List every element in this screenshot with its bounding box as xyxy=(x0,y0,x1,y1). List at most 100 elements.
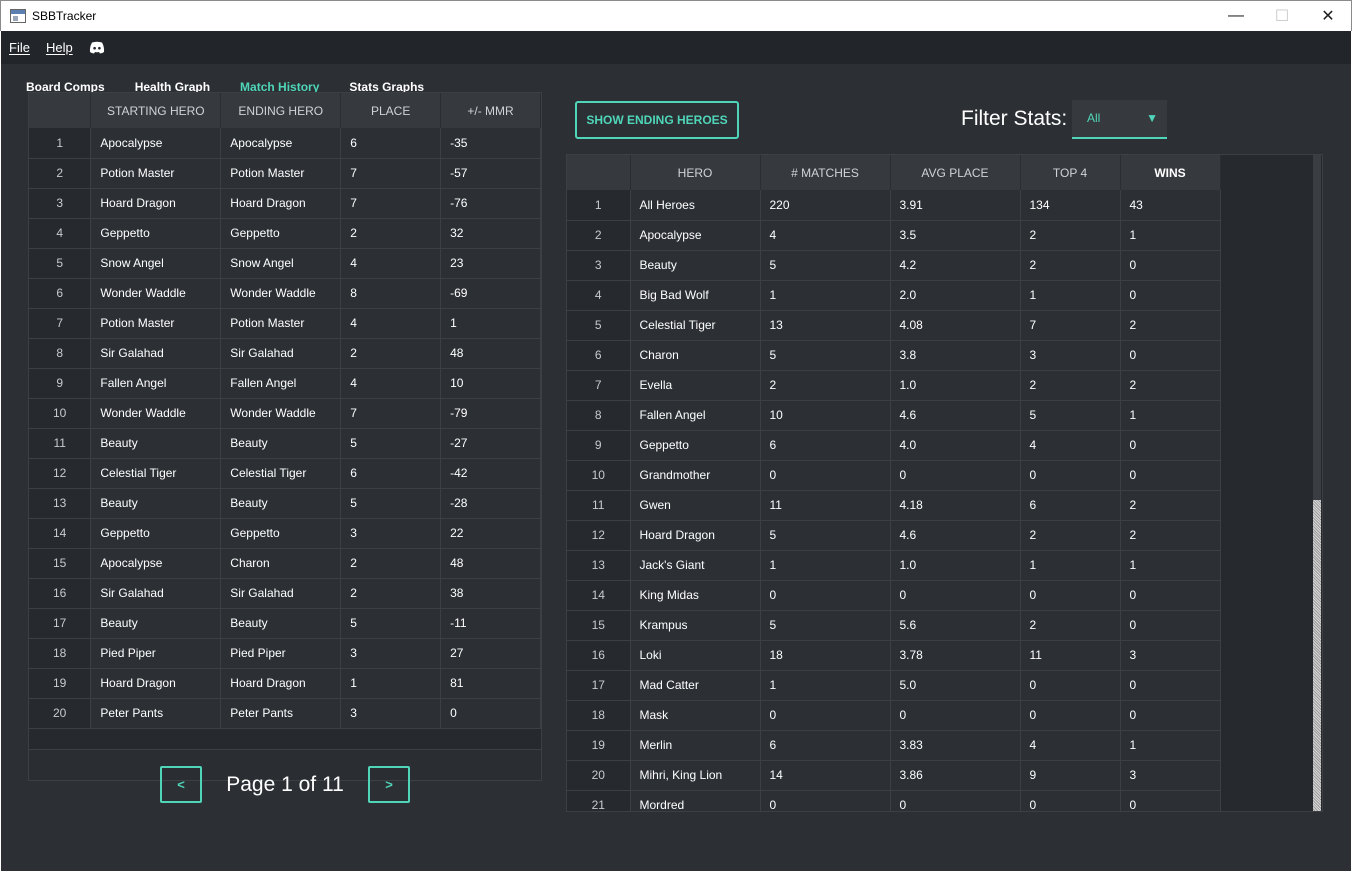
table-cell[interactable]: 5 xyxy=(760,250,891,281)
column-header[interactable]: # MATCHES xyxy=(760,155,891,190)
table-cell[interactable]: -76 xyxy=(440,188,541,219)
close-button[interactable]: ✕ xyxy=(1305,1,1351,31)
table-cell[interactable]: 5 xyxy=(1020,400,1121,431)
table-cell[interactable]: Potion Master xyxy=(90,308,222,339)
table-cell[interactable]: -28 xyxy=(440,488,541,519)
table-cell[interactable]: 22 xyxy=(440,518,541,549)
table-row[interactable]: 9 Geppetto 6 4.0 4 0 xyxy=(567,430,1221,461)
prev-page-button[interactable]: < xyxy=(160,766,202,803)
table-cell[interactable]: 0 xyxy=(1020,670,1121,701)
table-row[interactable]: 7 Evella 2 1.0 2 2 xyxy=(567,370,1221,401)
table-row[interactable]: 14 Geppetto Geppetto 3 22 xyxy=(29,518,541,549)
table-cell[interactable]: Hoard Dragon xyxy=(220,668,342,699)
table-cell[interactable]: Loki xyxy=(630,640,761,671)
table-cell[interactable]: 1 xyxy=(1120,730,1221,761)
table-cell[interactable]: 3.86 xyxy=(890,760,1021,791)
table-cell[interactable]: 1 xyxy=(1120,220,1221,251)
table-cell[interactable]: 5.6 xyxy=(890,610,1021,641)
table-cell[interactable]: 1 xyxy=(1120,400,1221,431)
table-cell[interactable]: 48 xyxy=(440,338,541,369)
table-cell[interactable]: 1 xyxy=(760,280,891,311)
table-cell[interactable]: Snow Angel xyxy=(220,248,342,279)
table-cell[interactable]: 2 xyxy=(1120,310,1221,341)
table-cell[interactable]: 4 xyxy=(1020,430,1121,461)
table-cell[interactable]: 0 xyxy=(1020,790,1121,811)
table-cell[interactable]: 7 xyxy=(340,158,442,189)
table-cell[interactable]: 2 xyxy=(1020,370,1121,401)
table-cell[interactable]: 32 xyxy=(440,218,541,249)
table-cell[interactable]: 7 xyxy=(1020,310,1121,341)
table-cell[interactable]: 2 xyxy=(1120,520,1221,551)
table-cell[interactable]: 4.0 xyxy=(890,430,1021,461)
table-cell[interactable]: Apocalypse xyxy=(630,220,761,251)
table-cell[interactable]: Celestial Tiger xyxy=(220,458,342,489)
table-cell[interactable]: Wonder Waddle xyxy=(220,398,342,429)
column-header[interactable]: HERO xyxy=(630,155,761,190)
table-cell[interactable]: -27 xyxy=(440,428,541,459)
table-row[interactable]: 9 Fallen Angel Fallen Angel 4 10 xyxy=(29,368,541,399)
table-cell[interactable]: 4 xyxy=(1020,730,1121,761)
table-cell[interactable]: Jack's Giant xyxy=(630,550,761,581)
table-cell[interactable]: Beauty xyxy=(220,428,342,459)
table-cell[interactable]: 4.08 xyxy=(890,310,1021,341)
table-cell[interactable]: Grandmother xyxy=(630,460,761,491)
table-cell[interactable]: Pied Piper xyxy=(90,638,222,669)
table-cell[interactable]: 5 xyxy=(760,520,891,551)
table-cell[interactable]: Charon xyxy=(220,548,342,579)
table-cell[interactable]: Beauty xyxy=(630,250,761,281)
table-cell[interactable]: 1.0 xyxy=(890,550,1021,581)
table-cell[interactable]: 9 xyxy=(1020,760,1121,791)
table-cell[interactable]: 3 xyxy=(340,698,442,729)
table-row[interactable]: 20 Mihri, King Lion 14 3.86 9 3 xyxy=(567,760,1221,791)
table-cell[interactable]: 4.18 xyxy=(890,490,1021,521)
table-cell[interactable]: Gwen xyxy=(630,490,761,521)
table-cell[interactable]: 4.6 xyxy=(890,400,1021,431)
table-cell[interactable]: 2 xyxy=(1120,490,1221,521)
table-cell[interactable]: Sir Galahad xyxy=(220,578,342,609)
next-page-button[interactable]: > xyxy=(368,766,410,803)
table-cell[interactable]: 2 xyxy=(1020,220,1121,251)
table-row[interactable]: 15 Krampus 5 5.6 2 0 xyxy=(567,610,1221,641)
table-cell[interactable]: 0 xyxy=(760,700,891,731)
table-cell[interactable]: Beauty xyxy=(90,488,222,519)
table-cell[interactable]: Mordred xyxy=(630,790,761,811)
table-cell[interactable]: 5 xyxy=(340,428,442,459)
table-cell[interactable]: 3.8 xyxy=(890,340,1021,371)
table-cell[interactable]: 3.78 xyxy=(890,640,1021,671)
table-cell[interactable]: 81 xyxy=(440,668,541,699)
table-cell[interactable]: King Midas xyxy=(630,580,761,611)
table-cell[interactable]: 6 xyxy=(340,458,442,489)
table-row[interactable]: 8 Sir Galahad Sir Galahad 2 48 xyxy=(29,338,541,369)
table-cell[interactable]: 6 xyxy=(760,730,891,761)
table-cell[interactable]: 38 xyxy=(440,578,541,609)
table-cell[interactable]: Big Bad Wolf xyxy=(630,280,761,311)
table-cell[interactable]: 3 xyxy=(1020,340,1121,371)
table-row[interactable]: 6 Charon 5 3.8 3 0 xyxy=(567,340,1221,371)
vertical-scrollbar[interactable] xyxy=(1313,155,1321,811)
table-cell[interactable]: 0 xyxy=(1120,460,1221,491)
table-cell[interactable]: 14 xyxy=(760,760,891,791)
table-cell[interactable]: 8 xyxy=(340,278,442,309)
table-cell[interactable]: Fallen Angel xyxy=(90,368,222,399)
table-cell[interactable]: 4 xyxy=(340,368,442,399)
table-row[interactable]: 3 Hoard Dragon Hoard Dragon 7 -76 xyxy=(29,188,541,219)
table-cell[interactable]: Charon xyxy=(630,340,761,371)
table-cell[interactable]: 5 xyxy=(340,608,442,639)
table-row[interactable]: 11 Beauty Beauty 5 -27 xyxy=(29,428,541,459)
table-cell[interactable]: 5.0 xyxy=(890,670,1021,701)
table-row[interactable]: 16 Loki 18 3.78 11 3 xyxy=(567,640,1221,671)
table-row[interactable]: 4 Big Bad Wolf 1 2.0 1 0 xyxy=(567,280,1221,311)
table-cell[interactable]: Geppetto xyxy=(220,518,342,549)
table-cell[interactable]: 0 xyxy=(1120,280,1221,311)
table-cell[interactable]: 0 xyxy=(760,580,891,611)
table-cell[interactable]: 5 xyxy=(760,340,891,371)
table-row[interactable]: 21 Mordred 0 0 0 0 xyxy=(567,790,1221,811)
menu-file[interactable]: File xyxy=(9,40,30,55)
table-cell[interactable]: All Heroes xyxy=(630,190,761,221)
table-cell[interactable]: 0 xyxy=(1120,250,1221,281)
table-cell[interactable]: Mask xyxy=(630,700,761,731)
table-cell[interactable]: 2 xyxy=(1120,370,1221,401)
table-cell[interactable]: 0 xyxy=(890,580,1021,611)
table-cell[interactable]: 10 xyxy=(760,400,891,431)
table-cell[interactable]: 5 xyxy=(760,610,891,641)
